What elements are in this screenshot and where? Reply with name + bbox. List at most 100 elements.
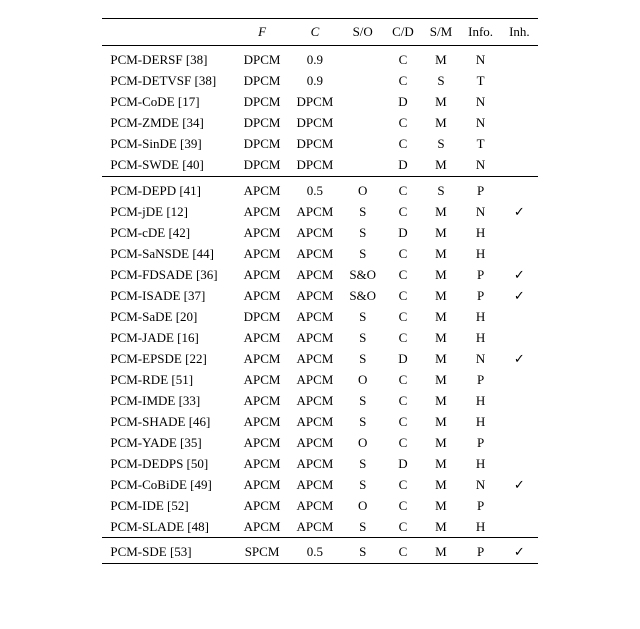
cell-so xyxy=(341,92,384,113)
cell-so: S xyxy=(341,390,384,411)
method-name: PCM-RDE [51] xyxy=(102,369,235,390)
cell-inh: ✓ xyxy=(501,474,538,495)
table-row: PCM-RDE [51]APCMAPCMOCMP xyxy=(102,369,537,390)
cell-sm: S xyxy=(422,176,460,201)
cell-info: H xyxy=(460,327,501,348)
cell-c: 0.5 xyxy=(288,538,341,564)
cell-cd: C xyxy=(384,243,422,264)
method-name: PCM-CoBiDE [49] xyxy=(102,474,235,495)
cell-c: 0.9 xyxy=(288,46,341,71)
cell-inh: ✓ xyxy=(501,285,538,306)
cell-info: P xyxy=(460,495,501,516)
cell-c: APCM xyxy=(288,453,341,474)
table-row: PCM-DETVSF [38]DPCM0.9CST xyxy=(102,71,537,92)
table-row: PCM-DEDPS [50]APCMAPCMSDMH xyxy=(102,453,537,474)
cell-c: APCM xyxy=(288,348,341,369)
method-name: PCM-DETVSF [38] xyxy=(102,71,235,92)
cell-f: APCM xyxy=(236,516,289,538)
method-name: PCM-EPSDE [22] xyxy=(102,348,235,369)
table-row: PCM-YADE [35]APCMAPCMOCMP xyxy=(102,432,537,453)
method-name: PCM-IDE [52] xyxy=(102,495,235,516)
cell-f: APCM xyxy=(236,176,289,201)
cell-c: 0.9 xyxy=(288,71,341,92)
method-name: PCM-DEDPS [50] xyxy=(102,453,235,474)
cell-so: S xyxy=(341,243,384,264)
cell-c: APCM xyxy=(288,474,341,495)
table-row: PCM-cDE [42]APCMAPCMSDMH xyxy=(102,222,537,243)
cell-inh xyxy=(501,411,538,432)
cell-info: N xyxy=(460,201,501,222)
table-row: PCM-SWDE [40]DPCMDPCMDMN xyxy=(102,155,537,177)
cell-info: P xyxy=(460,285,501,306)
cell-c: APCM xyxy=(288,369,341,390)
cell-so: O xyxy=(341,432,384,453)
cell-cd: C xyxy=(384,306,422,327)
cell-f: APCM xyxy=(236,264,289,285)
cell-cd: C xyxy=(384,474,422,495)
cell-sm: M xyxy=(422,92,460,113)
cell-so: S xyxy=(341,516,384,538)
cell-sm: M xyxy=(422,285,460,306)
cell-sm: M xyxy=(422,327,460,348)
cell-inh xyxy=(501,222,538,243)
cell-so: S xyxy=(341,306,384,327)
cell-f: APCM xyxy=(236,474,289,495)
cell-f: APCM xyxy=(236,348,289,369)
method-name: PCM-FDSADE [36] xyxy=(102,264,235,285)
cell-inh xyxy=(501,453,538,474)
cell-so: S xyxy=(341,201,384,222)
cell-sm: M xyxy=(422,516,460,538)
table-row: PCM-SaNSDE [44]APCMAPCMSCMH xyxy=(102,243,537,264)
method-name: PCM-IMDE [33] xyxy=(102,390,235,411)
table-row: PCM-jDE [12]APCMAPCMSCMN✓ xyxy=(102,201,537,222)
cell-f: APCM xyxy=(236,201,289,222)
cell-inh: ✓ xyxy=(501,201,538,222)
cell-c: APCM xyxy=(288,201,341,222)
cell-so xyxy=(341,46,384,71)
cell-inh xyxy=(501,92,538,113)
cell-info: H xyxy=(460,306,501,327)
cell-info: H xyxy=(460,516,501,538)
cell-inh xyxy=(501,306,538,327)
table-row: PCM-CoDE [17]DPCMDPCMDMN xyxy=(102,92,537,113)
cell-f: DPCM xyxy=(236,92,289,113)
cell-cd: D xyxy=(384,222,422,243)
cell-sm: M xyxy=(422,538,460,564)
cell-so: S&O xyxy=(341,285,384,306)
method-name: PCM-SaDE [20] xyxy=(102,306,235,327)
table-row: PCM-EPSDE [22]APCMAPCMSDMN✓ xyxy=(102,348,537,369)
cell-cd: C xyxy=(384,71,422,92)
cell-cd: C xyxy=(384,369,422,390)
cell-f: APCM xyxy=(236,222,289,243)
cell-info: P xyxy=(460,369,501,390)
cell-info: H xyxy=(460,453,501,474)
cell-info: N xyxy=(460,474,501,495)
cell-info: N xyxy=(460,46,501,71)
cell-so: S xyxy=(341,327,384,348)
cell-inh xyxy=(501,176,538,201)
cell-c: APCM xyxy=(288,264,341,285)
method-name: PCM-DEPD [41] xyxy=(102,176,235,201)
cell-inh xyxy=(501,495,538,516)
cell-sm: M xyxy=(422,474,460,495)
cell-sm: M xyxy=(422,348,460,369)
cell-cd: C xyxy=(384,285,422,306)
cell-so xyxy=(341,155,384,177)
cell-inh xyxy=(501,134,538,155)
header-info: Info. xyxy=(460,19,501,46)
cell-info: P xyxy=(460,264,501,285)
cell-f: DPCM xyxy=(236,71,289,92)
cell-so xyxy=(341,134,384,155)
cell-cd: D xyxy=(384,348,422,369)
table-row: PCM-DERSF [38]DPCM0.9CMN xyxy=(102,46,537,71)
cell-c: APCM xyxy=(288,222,341,243)
cell-c: APCM xyxy=(288,390,341,411)
cell-cd: C xyxy=(384,113,422,134)
cell-inh: ✓ xyxy=(501,348,538,369)
cell-info: H xyxy=(460,222,501,243)
cell-f: APCM xyxy=(236,453,289,474)
method-name: PCM-SDE [53] xyxy=(102,538,235,564)
cell-so: S xyxy=(341,474,384,495)
cell-cd: D xyxy=(384,453,422,474)
cell-f: APCM xyxy=(236,369,289,390)
